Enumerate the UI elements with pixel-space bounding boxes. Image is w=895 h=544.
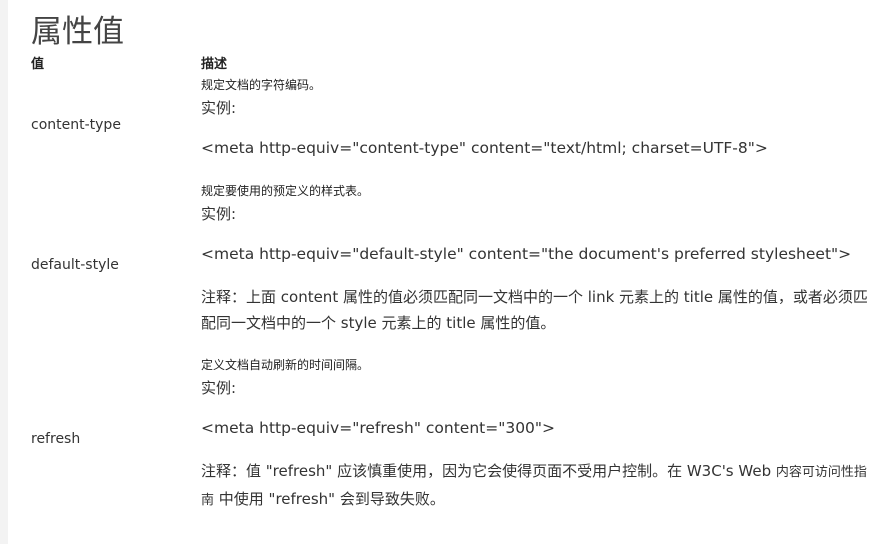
row-refresh-example-label: 实例:: [201, 379, 237, 397]
row-content-type-code-example: <meta http-equiv="content-type" content=…: [201, 139, 768, 157]
row-refresh-note: 注释：值 "refresh" 应该慎重使用，因为它会使得页面不受用户控制。在 W…: [201, 458, 871, 514]
row-content-type-description: 规定文档的字符编码。: [201, 78, 322, 92]
row-refresh-description: 定义文档自动刷新的时间间隔。: [201, 358, 370, 372]
page-title: 属性值: [31, 14, 124, 50]
row-refresh-value: refresh: [31, 431, 81, 447]
row-default-style-description: 规定要使用的预定义的样式表。: [201, 184, 370, 198]
row-default-style-code-example: <meta http-equiv="default-style" content…: [201, 245, 852, 263]
column-header-value: 值: [31, 57, 45, 72]
row-default-style-example-label: 实例:: [201, 205, 237, 223]
row-default-style-note: 注释：上面 content 属性的值必须匹配同一文档中的一个 link 元素上的…: [201, 288, 868, 332]
column-header-description: 描述: [201, 57, 228, 72]
row-content-type-example-label: 实例:: [201, 99, 237, 117]
row-default-style-value: default-style: [31, 257, 119, 273]
row-refresh-note-text-2: 中使用 "refresh" 会到导致失败。: [214, 490, 445, 508]
row-content-type-value: content-type: [31, 117, 121, 133]
row-refresh-note-text-1: 注释：值 "refresh" 应该慎重使用，因为它会使得页面不受用户控制。在 W…: [201, 462, 776, 480]
row-refresh-code-example: <meta http-equiv="refresh" content="300"…: [201, 419, 556, 437]
left-sidebar-strip: [0, 0, 8, 544]
